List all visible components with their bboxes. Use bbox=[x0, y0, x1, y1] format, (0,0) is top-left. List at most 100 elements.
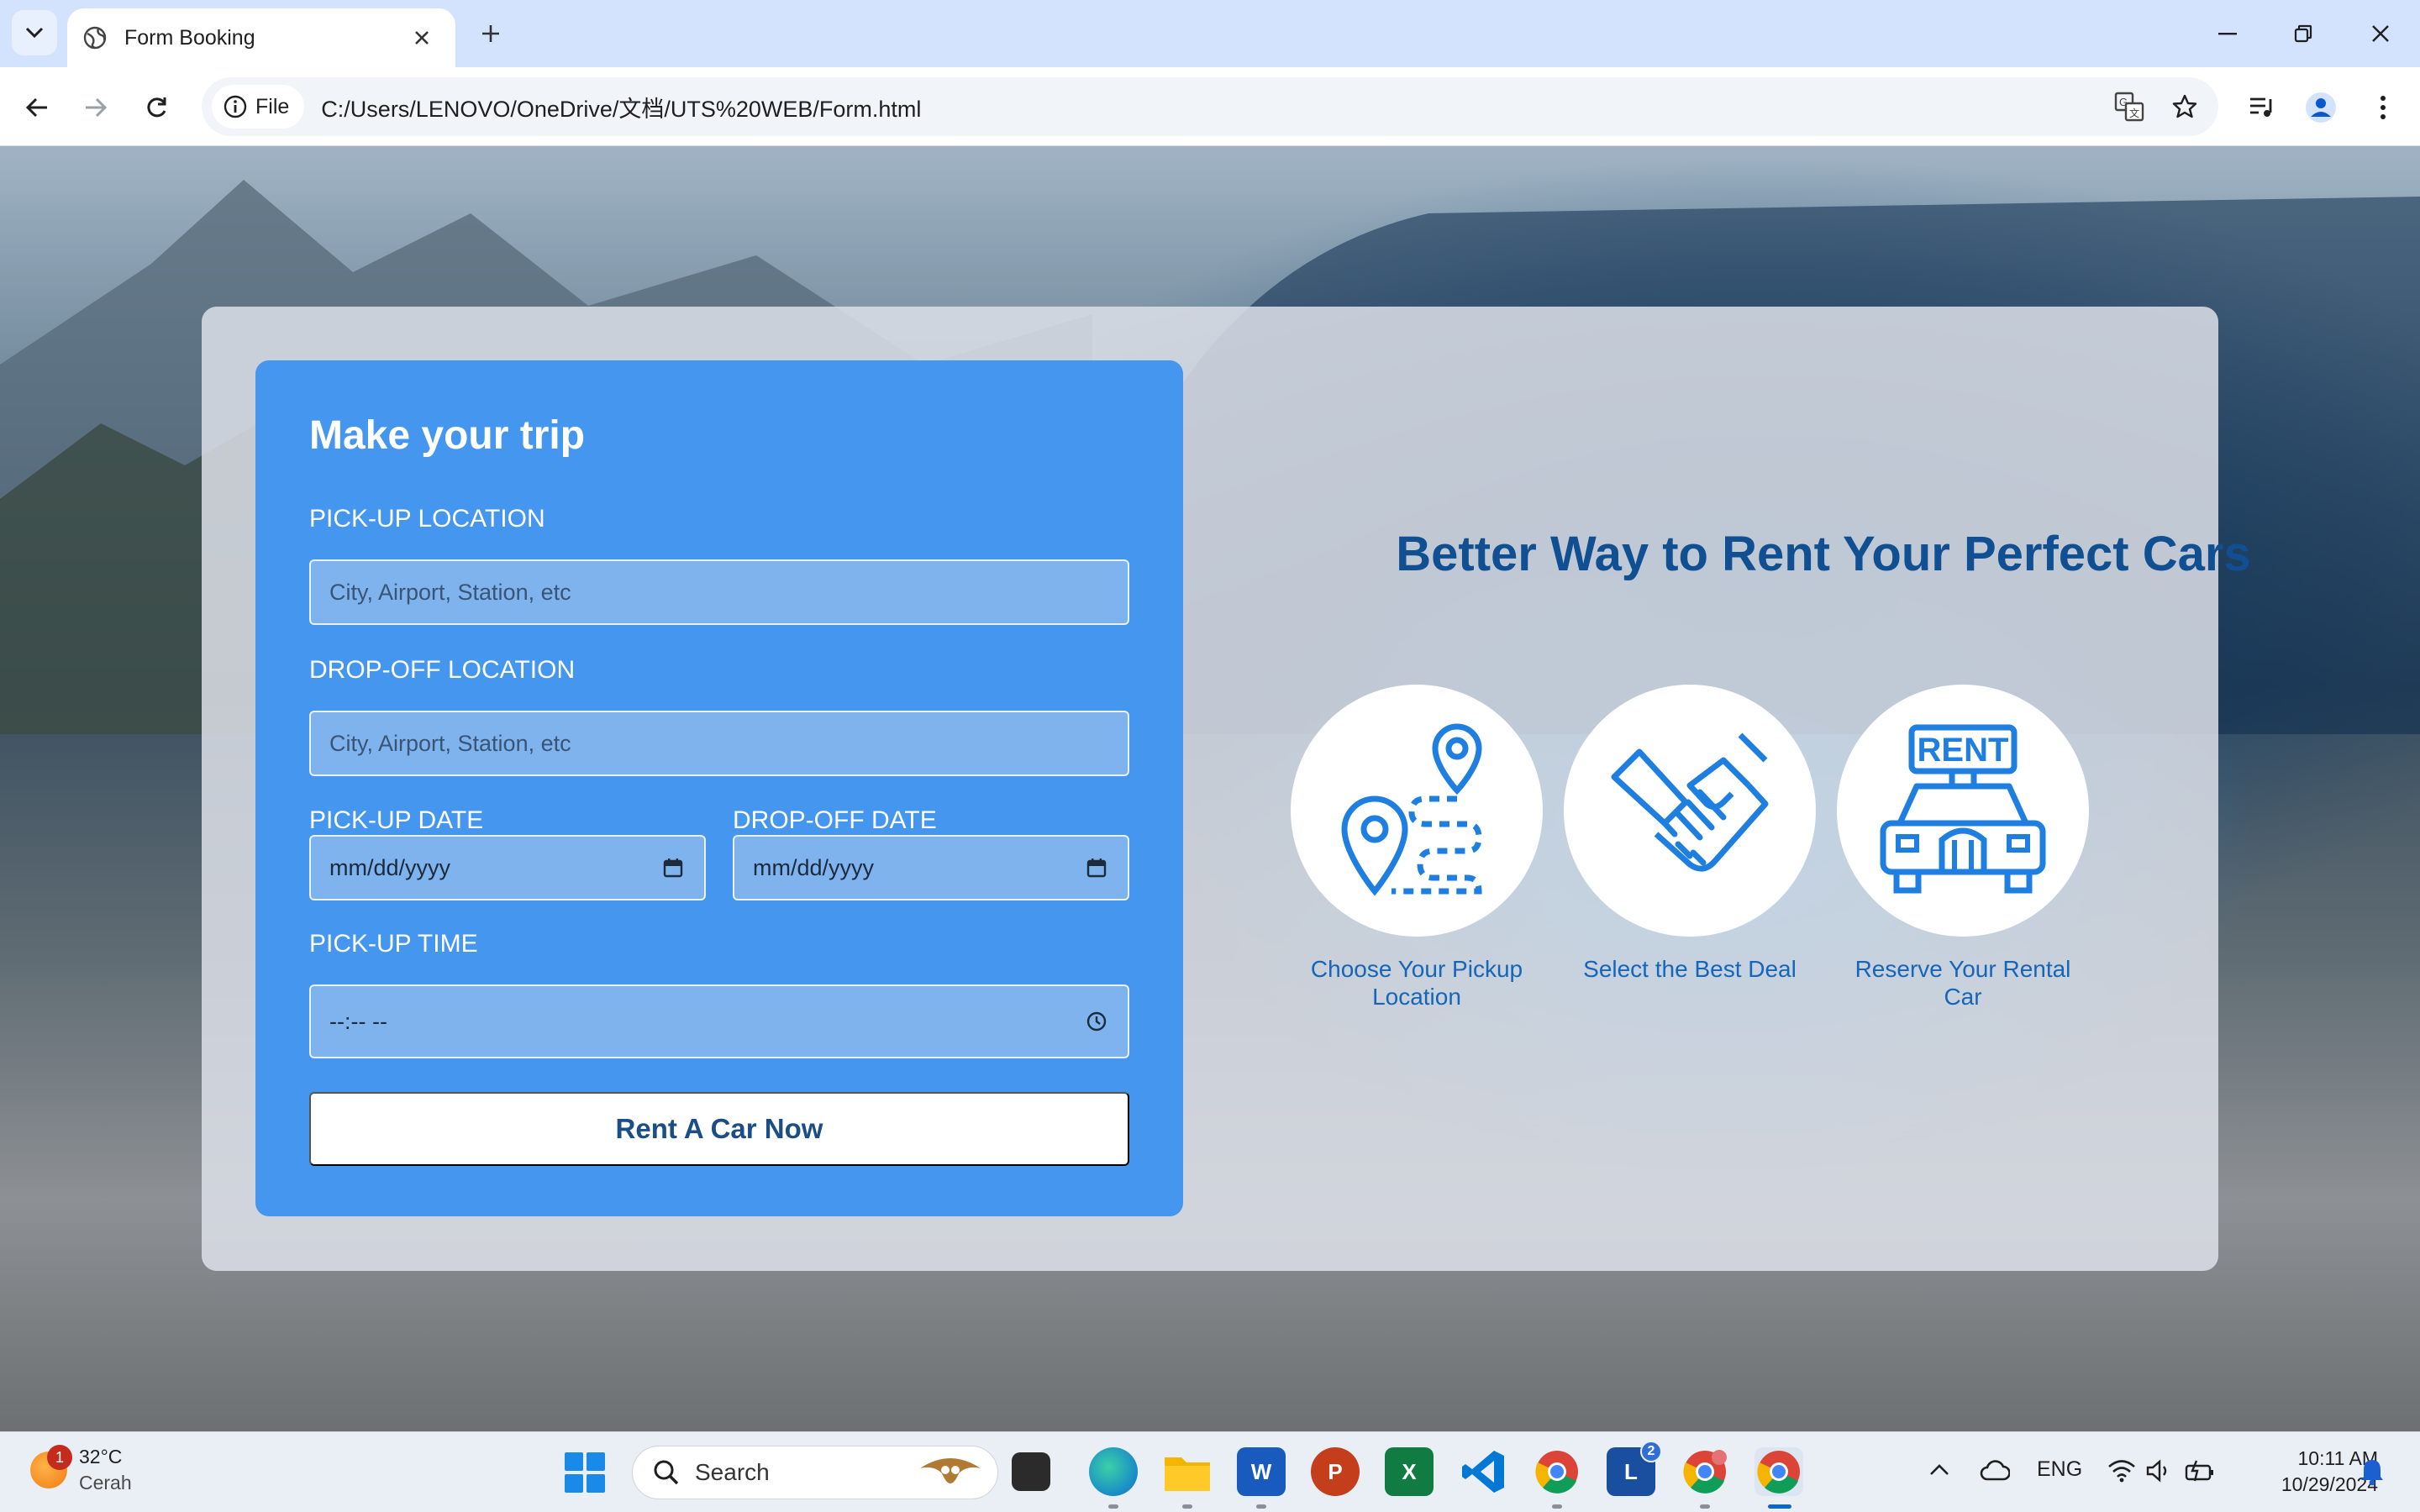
reload-button[interactable] bbox=[134, 86, 178, 129]
rent-sign-text: RENT bbox=[1918, 732, 2009, 769]
windows-start-icon[interactable] bbox=[563, 1451, 607, 1494]
address-bar[interactable]: File C:/Users/LENOVO/OneDrive/文档/UTS%20W… bbox=[202, 77, 2218, 136]
powerpoint-icon[interactable]: P bbox=[1311, 1447, 1360, 1496]
browser-tab[interactable]: Form Booking bbox=[67, 8, 455, 67]
weather-widget[interactable]: 1 32°C Cerah bbox=[30, 1444, 132, 1496]
restore-button[interactable] bbox=[2274, 8, 2333, 59]
clock-icon[interactable] bbox=[1084, 1009, 1109, 1034]
calendar-icon[interactable] bbox=[1084, 855, 1109, 880]
minimize-icon bbox=[2218, 33, 2237, 35]
running-indicator bbox=[1108, 1504, 1118, 1509]
volume-icon[interactable] bbox=[2146, 1459, 2171, 1483]
playlist-icon bbox=[2250, 97, 2272, 117]
promo-title: Better Way to Rent Your Perfect Cars bbox=[1396, 527, 2251, 581]
running-indicator bbox=[1256, 1504, 1266, 1509]
battery-icon[interactable] bbox=[2185, 1459, 2215, 1483]
notification-bell-icon[interactable] bbox=[2360, 1457, 2385, 1486]
svg-text:文: 文 bbox=[2129, 107, 2139, 119]
wifi-icon[interactable] bbox=[2107, 1459, 2136, 1483]
pickup-time-input[interactable]: --:-- -- bbox=[309, 984, 1129, 1058]
translate-icon: G文 bbox=[2114, 92, 2144, 122]
bookmark-button[interactable] bbox=[2163, 85, 2207, 129]
active-indicator bbox=[1768, 1504, 1791, 1509]
feature-caption: Choose Your Pickup Location bbox=[1310, 956, 1523, 1010]
rent-car-button[interactable]: Rent A Car Now bbox=[309, 1092, 1129, 1166]
chevron-up-icon[interactable] bbox=[1929, 1462, 1949, 1476]
page-viewport: Make your trip PICK-UP LOCATION City, Ai… bbox=[0, 146, 2420, 1431]
globe-icon bbox=[82, 25, 108, 50]
edge-icon[interactable] bbox=[1089, 1447, 1138, 1496]
profile-button[interactable] bbox=[2299, 86, 2343, 129]
cloud-icon[interactable] bbox=[1980, 1459, 2010, 1481]
star-icon bbox=[2172, 94, 2197, 118]
running-indicator bbox=[1182, 1504, 1192, 1509]
dropoff-date-input[interactable]: mm/dd/yyyy bbox=[733, 835, 1129, 900]
info-icon bbox=[224, 95, 247, 118]
file-explorer-icon[interactable] bbox=[1163, 1447, 1212, 1496]
booking-form: Make your trip PICK-UP LOCATION City, Ai… bbox=[255, 360, 1183, 1216]
chevron-down-icon bbox=[25, 27, 44, 39]
weather-temperature: 32°C bbox=[79, 1446, 123, 1467]
calendar-icon[interactable] bbox=[660, 855, 686, 880]
restore-icon bbox=[2294, 24, 2312, 43]
forward-button[interactable] bbox=[74, 86, 118, 129]
task-view-icon[interactable] bbox=[1012, 1452, 1050, 1491]
chrome-active-icon[interactable] bbox=[1754, 1447, 1803, 1496]
site-chip-label: File bbox=[255, 94, 290, 118]
dropoff-date-label: DROP-OFF DATE bbox=[733, 806, 937, 834]
clock-date: 10/29/2024 bbox=[2281, 1473, 2378, 1495]
clock-time: 10:11 AM bbox=[2297, 1447, 2378, 1469]
browser-toolbar: File C:/Users/LENOVO/OneDrive/文档/UTS%20W… bbox=[0, 67, 2420, 146]
media-control-button[interactable] bbox=[2240, 86, 2284, 129]
tab-search-button[interactable] bbox=[12, 10, 57, 55]
chrome-profile-icon[interactable] bbox=[1681, 1447, 1729, 1496]
feature-caption: Select the Best Deal bbox=[1583, 956, 1797, 982]
handshake-icon bbox=[1611, 732, 1769, 872]
url-text[interactable]: C:/Users/LENOVO/OneDrive/文档/UTS%20WEB/Fo… bbox=[321, 91, 2107, 123]
word-icon[interactable]: W bbox=[1237, 1447, 1286, 1496]
pickup-location-label: PICK-UP LOCATION bbox=[309, 505, 545, 533]
booking-card: Make your trip PICK-UP LOCATION City, Ai… bbox=[202, 307, 2251, 1271]
weather-description: Cerah bbox=[79, 1472, 132, 1494]
window-close-button[interactable] bbox=[2351, 8, 2410, 59]
translate-button[interactable]: G文 bbox=[2107, 85, 2151, 129]
system-clock[interactable]: 10:11 AM 10/29/2024 bbox=[2235, 1446, 2378, 1498]
search-icon bbox=[654, 1460, 679, 1485]
launcher-icon[interactable]: L 2 bbox=[1607, 1441, 1662, 1496]
browser-menu-button[interactable] bbox=[2361, 86, 2405, 129]
more-vertical-icon bbox=[2381, 96, 2386, 119]
plus-icon bbox=[482, 25, 499, 42]
tab-close-button[interactable] bbox=[405, 21, 439, 55]
site-info-chip[interactable]: File bbox=[212, 85, 305, 129]
back-button[interactable] bbox=[15, 86, 59, 129]
vscode-icon[interactable] bbox=[1459, 1447, 1507, 1496]
excel-icon[interactable]: X bbox=[1385, 1447, 1434, 1496]
feature-best-deal: Select the Best Deal bbox=[1564, 685, 1816, 983]
pickup-date-value: mm/dd/yyyy bbox=[329, 854, 451, 880]
taskbar-search[interactable]: Search bbox=[632, 1446, 998, 1499]
svg-text:G: G bbox=[2119, 96, 2128, 108]
launcher-badge: 2 bbox=[1640, 1441, 1662, 1462]
launcher-label: L bbox=[1624, 1458, 1638, 1484]
close-icon bbox=[415, 31, 429, 45]
sun-icon: 1 bbox=[30, 1445, 72, 1488]
windows-taskbar: 1 32°C Cerah Search W P X L 2 ENG 10:11 … bbox=[0, 1431, 2420, 1512]
pickup-location-input[interactable]: City, Airport, Station, etc bbox=[309, 559, 1129, 625]
pickup-date-input[interactable]: mm/dd/yyyy bbox=[309, 835, 706, 900]
browser-tab-bar: Form Booking bbox=[0, 0, 2420, 67]
new-tab-button[interactable] bbox=[471, 13, 511, 54]
minimize-button[interactable] bbox=[2198, 8, 2257, 59]
dropoff-location-input[interactable]: City, Airport, Station, etc bbox=[309, 711, 1129, 776]
chrome-icon[interactable] bbox=[1533, 1447, 1581, 1496]
search-label: Search bbox=[695, 1459, 770, 1485]
pickup-date-label: PICK-UP DATE bbox=[309, 806, 484, 834]
feature-pickup-location: Choose Your Pickup Location bbox=[1291, 685, 1543, 1011]
arrow-right-icon bbox=[86, 97, 108, 118]
feature-reserve-car: RENT Reserve Your Rental Car bbox=[1837, 685, 2089, 1011]
notification-badge: 1 bbox=[47, 1445, 72, 1470]
dropoff-date-value: mm/dd/yyyy bbox=[753, 854, 875, 880]
arrow-left-icon bbox=[25, 97, 47, 118]
dropoff-location-label: DROP-OFF LOCATION bbox=[309, 656, 576, 684]
running-indicator bbox=[1700, 1504, 1710, 1509]
language-indicator[interactable]: ENG bbox=[2037, 1457, 2082, 1482]
